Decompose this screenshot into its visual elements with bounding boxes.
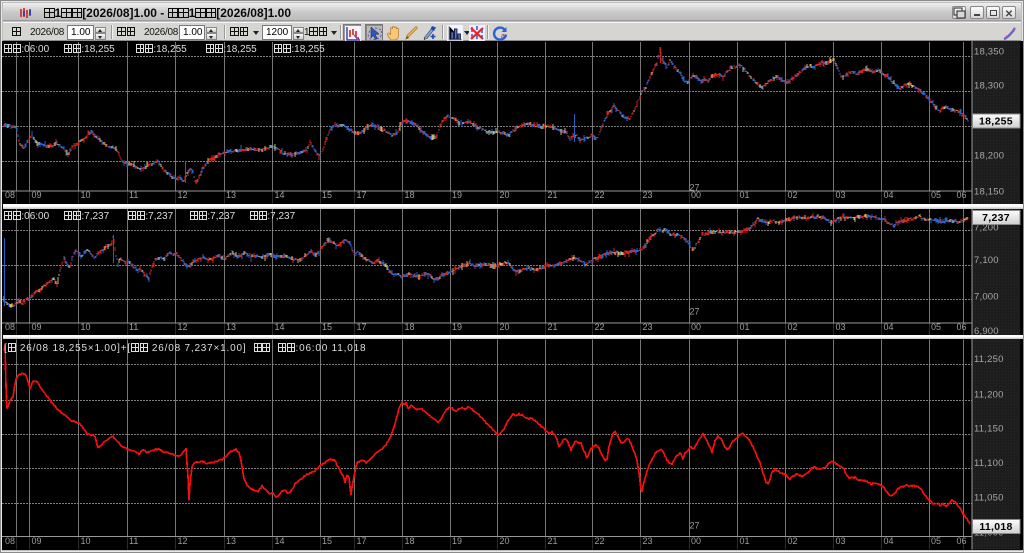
svg-text:04: 04 (884, 190, 894, 200)
svg-text:09: 09 (32, 190, 42, 200)
svg-text:21: 21 (548, 322, 558, 332)
svg-text:17: 17 (357, 322, 367, 332)
svg-text:04: 04 (884, 322, 894, 332)
svg-text:7,237: 7,237 (982, 212, 1010, 224)
svg-text:11,200: 11,200 (974, 390, 1004, 401)
svg-text:11: 11 (129, 322, 138, 332)
svg-text:13: 13 (226, 322, 236, 332)
svg-text:02: 02 (788, 536, 798, 546)
svg-text:11,150: 11,150 (974, 424, 1004, 435)
svg-text:27: 27 (690, 183, 700, 193)
svg-text:22: 22 (595, 322, 605, 332)
svg-text:14: 14 (275, 322, 285, 332)
svg-text:19: 19 (452, 190, 462, 200)
svg-text:11: 11 (129, 536, 138, 546)
svg-text:01: 01 (740, 322, 750, 332)
svg-text:09: 09 (32, 322, 42, 332)
svg-text:13: 13 (226, 536, 236, 546)
svg-text:05: 05 (931, 322, 941, 332)
svg-text:20: 20 (500, 190, 510, 200)
svg-text:18: 18 (405, 322, 415, 332)
svg-text:14: 14 (275, 536, 285, 546)
svg-text:27: 27 (690, 521, 700, 531)
svg-text:08: 08 (5, 322, 15, 332)
svg-text:27: 27 (690, 307, 700, 317)
svg-text:17: 17 (357, 536, 367, 546)
svg-text:11,050: 11,050 (974, 493, 1004, 504)
svg-text:09: 09 (32, 536, 42, 546)
svg-text:04: 04 (884, 536, 894, 546)
svg-text:03: 03 (836, 536, 846, 546)
svg-text:11: 11 (129, 190, 138, 200)
svg-text:11,018: 11,018 (979, 521, 1012, 533)
svg-text:21: 21 (548, 536, 558, 546)
svg-text:12: 12 (178, 536, 188, 546)
svg-text:14: 14 (275, 190, 285, 200)
svg-text:15: 15 (322, 322, 332, 332)
svg-text:03: 03 (836, 322, 846, 332)
svg-text:11,250: 11,250 (974, 354, 1004, 365)
svg-text:18,300: 18,300 (974, 81, 1004, 92)
svg-text:23: 23 (643, 322, 653, 332)
svg-text:17: 17 (357, 190, 367, 200)
svg-text:7,100: 7,100 (974, 255, 999, 266)
svg-text:11,100: 11,100 (974, 458, 1004, 469)
svg-text:a: a (501, 33, 505, 40)
svg-text:23: 23 (643, 190, 653, 200)
svg-text:06: 06 (957, 536, 967, 546)
svg-text:10: 10 (81, 322, 91, 332)
svg-text:03: 03 (836, 190, 846, 200)
svg-text:20: 20 (500, 536, 510, 546)
svg-text:18,255: 18,255 (979, 116, 1013, 128)
svg-text:22: 22 (595, 536, 605, 546)
svg-text:22: 22 (595, 190, 605, 200)
svg-text:20: 20 (500, 322, 510, 332)
svg-text:08: 08 (5, 190, 15, 200)
svg-text:08: 08 (5, 536, 15, 546)
svg-text:02: 02 (788, 322, 798, 332)
svg-text:10: 10 (81, 190, 91, 200)
svg-text:02: 02 (788, 190, 798, 200)
svg-text:05: 05 (931, 190, 941, 200)
svg-text:19: 19 (452, 322, 462, 332)
svg-text:00: 00 (691, 322, 701, 332)
svg-text:15: 15 (322, 190, 332, 200)
svg-text:05: 05 (931, 536, 941, 546)
svg-text:06: 06 (957, 190, 967, 200)
svg-text:12: 12 (178, 322, 188, 332)
svg-text:01: 01 (740, 536, 750, 546)
svg-text:23: 23 (643, 536, 653, 546)
svg-text:18,200: 18,200 (974, 151, 1004, 162)
svg-text:18,350: 18,350 (974, 47, 1004, 58)
svg-text:10: 10 (81, 536, 91, 546)
svg-text:00: 00 (691, 536, 701, 546)
svg-text:18: 18 (405, 536, 415, 546)
svg-text:12: 12 (178, 190, 188, 200)
svg-text:06: 06 (957, 322, 967, 332)
svg-text:18,150: 18,150 (974, 187, 1004, 198)
svg-text:13: 13 (226, 190, 236, 200)
svg-text:01: 01 (740, 190, 750, 200)
svg-text:7,000: 7,000 (974, 292, 999, 303)
svg-text:15: 15 (322, 536, 332, 546)
svg-text:19: 19 (452, 536, 462, 546)
svg-text:18: 18 (405, 190, 415, 200)
svg-text:21: 21 (548, 190, 558, 200)
